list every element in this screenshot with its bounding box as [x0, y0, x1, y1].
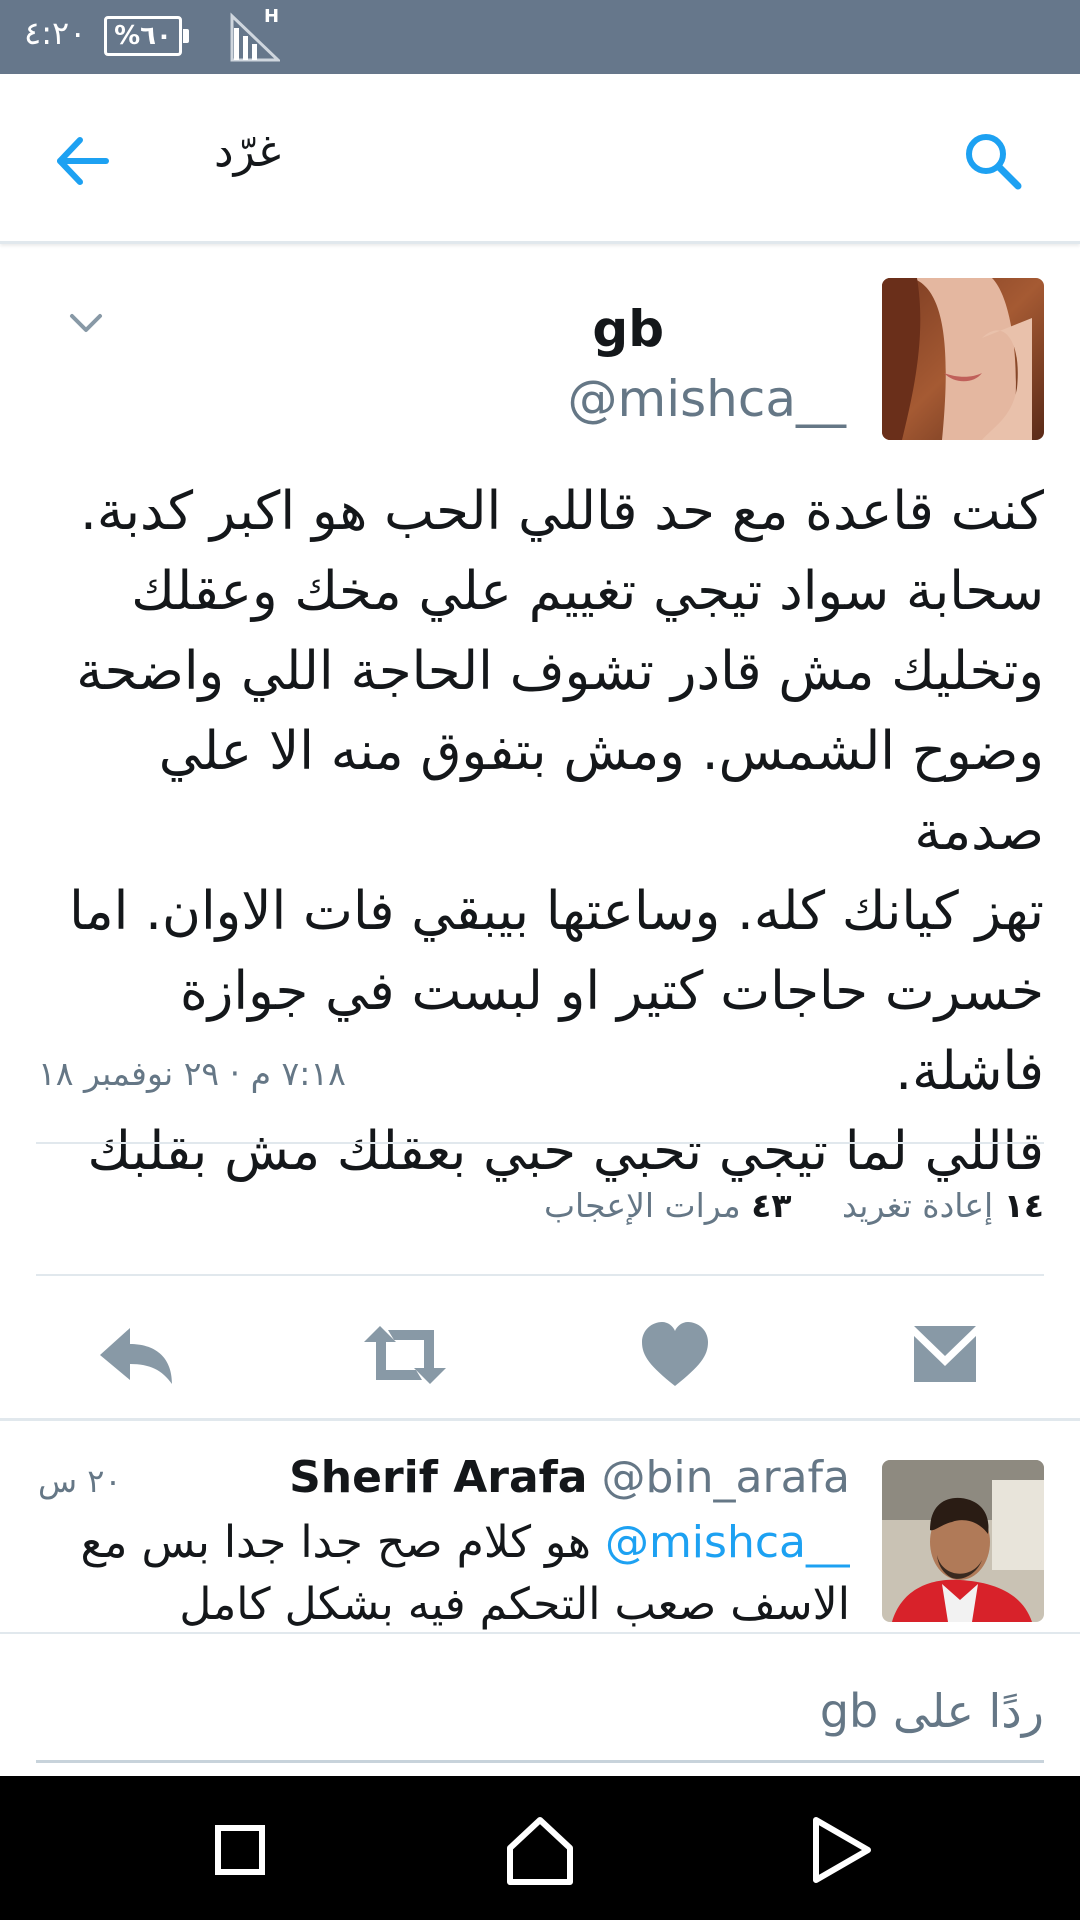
retweet-icon[interactable]	[360, 1318, 450, 1392]
app-bar: غرّد	[0, 74, 1080, 244]
input-underline	[36, 1760, 1044, 1763]
reply-author-name[interactable]: Sherif Arafa	[289, 1452, 587, 1503]
reply-input[interactable]: ردًا على gb	[38, 1684, 1044, 1738]
reply-avatar[interactable]	[882, 1460, 1044, 1622]
tweet-line: وتخليك مش قادر تشوف الحاجة اللي واضحة	[76, 641, 1044, 702]
likes-count: ٤٣	[751, 1186, 792, 1225]
recent-apps-icon[interactable]	[202, 1812, 278, 1888]
likes-stat[interactable]: ٤٣ مرات الإعجاب	[544, 1186, 792, 1225]
retweets-label: إعادة تغريد	[841, 1186, 994, 1225]
home-icon[interactable]	[502, 1812, 578, 1888]
divider	[36, 1274, 1044, 1276]
back-icon[interactable]	[802, 1812, 878, 1888]
search-icon[interactable]	[962, 130, 1024, 192]
reply-icon[interactable]	[90, 1318, 180, 1392]
message-icon[interactable]	[900, 1318, 990, 1392]
tweet-line: وضوح الشمس. ومش بتفوق منه الا علي صدمة	[158, 721, 1044, 862]
tweet-line: تهز كيانك كله. وساعتها بيبقي فات الاوان.…	[69, 881, 1044, 942]
battery-percent: %٦٠	[114, 21, 172, 51]
status-bar: ٤:٢٠ %٦٠ H	[0, 0, 1080, 74]
tweet-timestamp: ٧:١٨ م · ٢٩ نوفمبر ١٨	[38, 1054, 346, 1093]
divider	[36, 1142, 1044, 1144]
reply-timestamp: ٢٠ س	[38, 1462, 122, 1500]
navigation-bar	[0, 1776, 1080, 1920]
retweets-stat[interactable]: ١٤ إعادة تغريد	[842, 1186, 1044, 1225]
tweet-line: كنت قاعدة مع حد قاللي الحب هو اكبر كدبة.	[80, 481, 1044, 542]
reply-text-line2: الاسف صعب التحكم فيه بشكل كامل	[179, 1579, 850, 1630]
reply-compose-bar: ردًا على gb	[0, 1632, 1080, 1776]
chevron-down-icon[interactable]	[66, 308, 106, 338]
network-type: H	[264, 6, 280, 27]
arrow-left-icon[interactable]	[52, 130, 114, 192]
tweet-stats: ١٤ إعادة تغريد ٤٣ مرات الإعجاب	[544, 1186, 1044, 1225]
section-divider	[0, 1418, 1080, 1421]
page-title: غرّد	[214, 126, 281, 177]
status-time: ٤:٢٠	[24, 14, 87, 52]
reply-author-handle[interactable]: @bin_arafa	[601, 1452, 850, 1503]
likes-label: مرات الإعجاب	[543, 1186, 741, 1225]
author-handle[interactable]: @mishca__	[568, 370, 846, 428]
tweet-line: سحابة سواد تيجي تغييم علي مخك وعقلك	[131, 561, 1044, 622]
reply-text: @mishca__ هو كلام صح جدا جدا بس مع الاسف…	[80, 1512, 850, 1630]
retweets-count: ١٤	[1003, 1186, 1044, 1225]
author-name[interactable]: gb	[592, 300, 664, 358]
reply-mention[interactable]: @mishca__	[605, 1517, 850, 1568]
battery-icon: %٦٠	[104, 16, 189, 56]
heart-icon[interactable]	[630, 1318, 720, 1392]
reply-text-line1: هو كلام صح جدا جدا بس مع	[80, 1517, 605, 1568]
tweet-line: قاللي لما تيجي تحبي حبي بعقلك مش بقلبك	[87, 1121, 1044, 1182]
avatar[interactable]	[882, 278, 1044, 440]
reply-header: Sherif Arafa @bin_arafa	[289, 1452, 850, 1503]
